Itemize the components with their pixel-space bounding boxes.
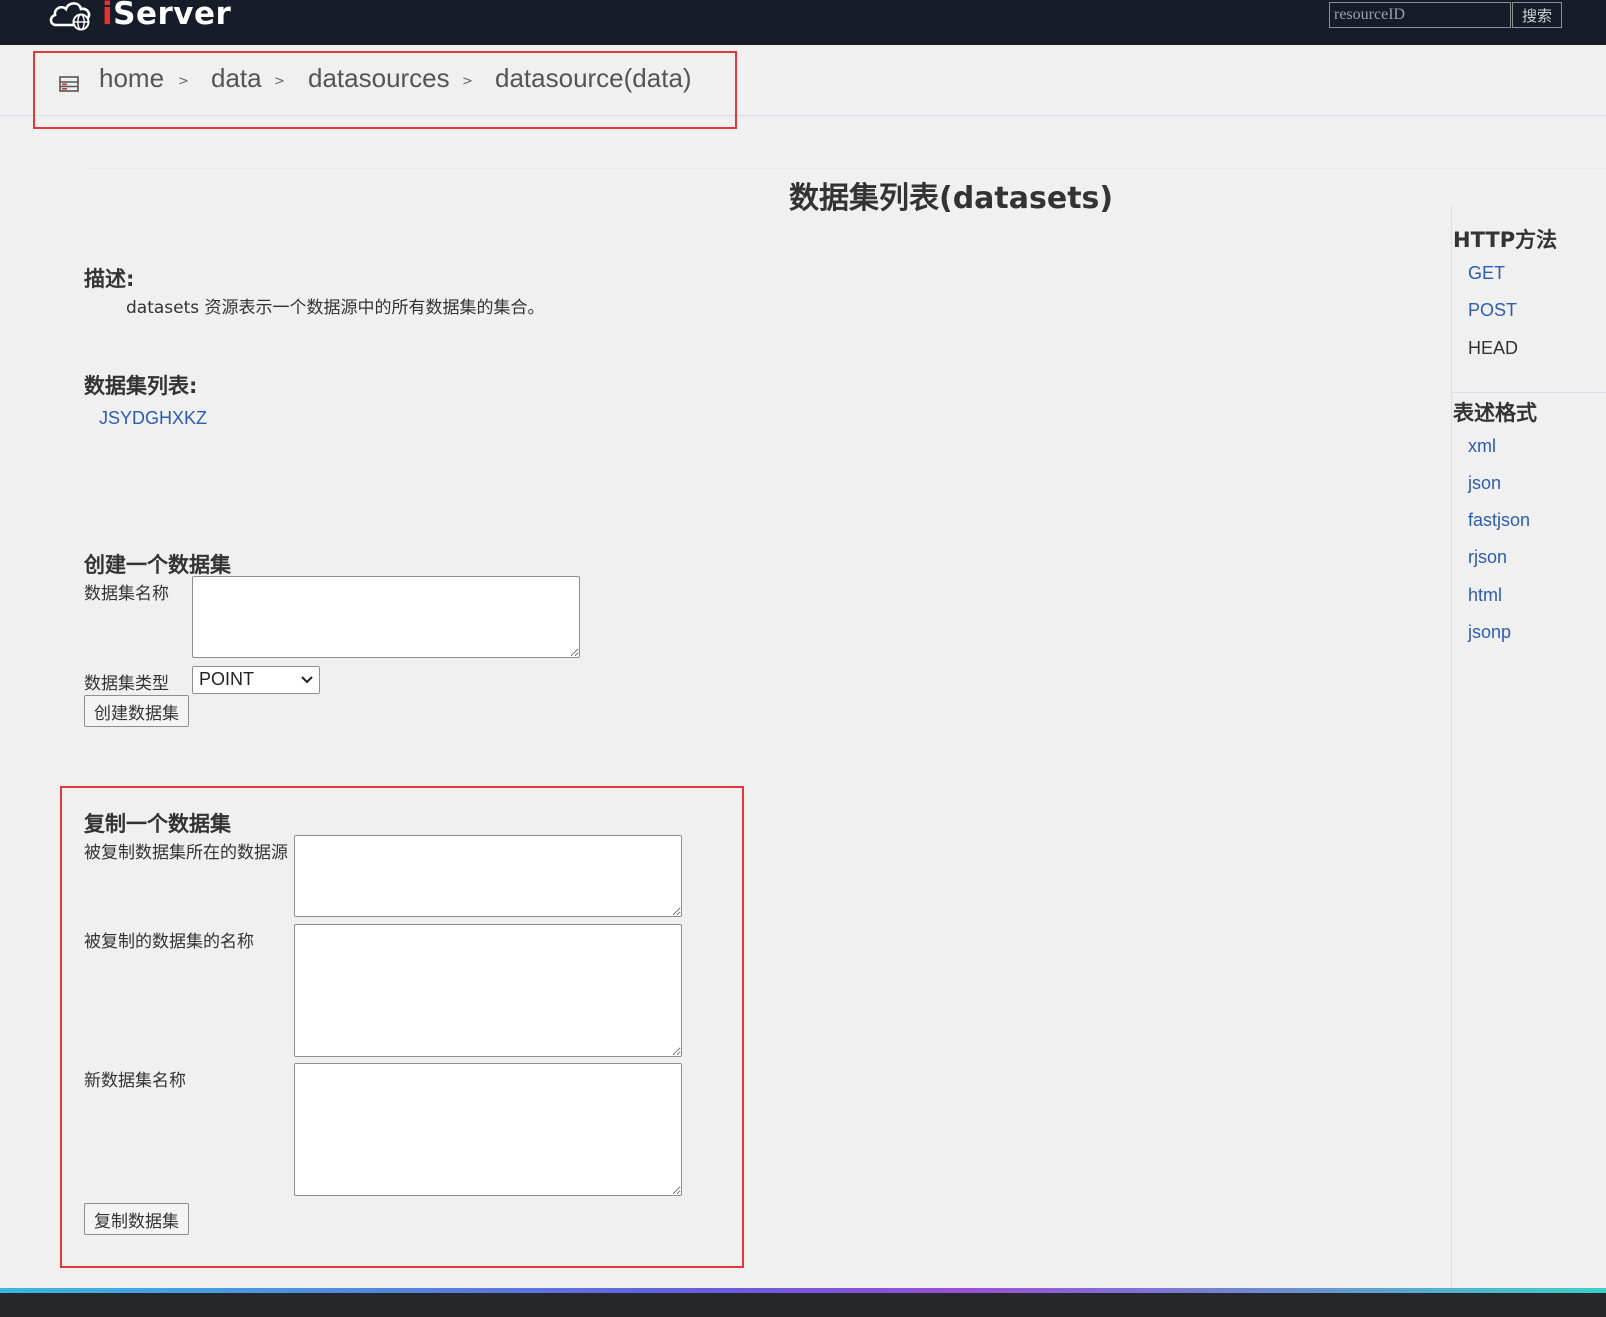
- footer: [0, 1293, 1606, 1317]
- new-dataset-name-textarea[interactable]: [294, 1063, 682, 1196]
- source-dataset-label: 被复制的数据集的名称: [84, 932, 254, 952]
- formats-heading: 表述格式: [1453, 401, 1537, 425]
- source-datasource-textarea[interactable]: [294, 835, 682, 917]
- source-dataset-textarea[interactable]: [294, 924, 682, 1057]
- breadcrumb-separator: >: [462, 74, 473, 89]
- sidebar-section-divider: [1452, 392, 1606, 393]
- copy-dataset-heading: 复制一个数据集: [84, 812, 231, 836]
- http-method-post[interactable]: POST: [1468, 300, 1517, 321]
- description-heading: 描述:: [84, 267, 135, 291]
- logo-text: iServer: [102, 0, 232, 32]
- breadcrumb-datasources[interactable]: datasources: [308, 63, 450, 94]
- create-dataset-button[interactable]: 创建数据集: [84, 695, 189, 727]
- format-jsonp[interactable]: jsonp: [1468, 622, 1511, 643]
- iserver-logo[interactable]: iServer: [48, 0, 231, 34]
- chevron-down-icon: [301, 676, 313, 684]
- content-top-divider: [84, 168, 1606, 169]
- search-button[interactable]: 搜索: [1512, 2, 1562, 28]
- format-html[interactable]: html: [1468, 585, 1502, 606]
- cloud-globe-icon: [49, 2, 91, 31]
- breadcrumb-separator: >: [178, 74, 189, 89]
- dataset-type-select[interactable]: POINT: [192, 666, 320, 694]
- dataset-type-label: 数据集类型: [84, 674, 169, 694]
- dataset-list-heading: 数据集列表:: [84, 374, 198, 398]
- format-rjson[interactable]: rjson: [1468, 547, 1507, 568]
- new-dataset-name-label: 新数据集名称: [84, 1071, 186, 1091]
- server-list-icon: [59, 76, 79, 92]
- dataset-type-selected-value: POINT: [199, 669, 255, 689]
- breadcrumb-data[interactable]: data: [211, 63, 262, 94]
- sidebar-divider: [1451, 205, 1452, 1288]
- dataset-name-label: 数据集名称: [84, 584, 169, 604]
- http-method-head: HEAD: [1468, 338, 1519, 358]
- page-title: 数据集列表(datasets): [789, 181, 1114, 216]
- breadcrumb-datasource-data[interactable]: datasource(data): [495, 63, 692, 94]
- breadcrumb-home[interactable]: home: [99, 63, 164, 94]
- dataset-name-textarea[interactable]: [192, 576, 580, 658]
- http-method-get[interactable]: GET: [1468, 263, 1505, 284]
- copy-dataset-button[interactable]: 复制数据集: [84, 1203, 189, 1235]
- breadcrumb-separator: >: [274, 74, 285, 89]
- format-json[interactable]: json: [1468, 473, 1501, 494]
- top-navigation-bar: iServer 搜索: [0, 0, 1606, 45]
- format-fastjson[interactable]: fastjson: [1468, 510, 1530, 531]
- source-datasource-label: 被复制数据集所在的数据源: [84, 843, 288, 863]
- format-xml[interactable]: xml: [1468, 436, 1496, 457]
- resource-id-search-input[interactable]: [1329, 2, 1511, 28]
- create-dataset-heading: 创建一个数据集: [84, 553, 231, 577]
- http-methods-heading: HTTP方法: [1453, 228, 1558, 252]
- dataset-link-jsydghxkz[interactable]: JSYDGHXKZ: [99, 408, 207, 429]
- description-text: datasets 资源表示一个数据源中的所有数据集的集合。: [126, 298, 545, 318]
